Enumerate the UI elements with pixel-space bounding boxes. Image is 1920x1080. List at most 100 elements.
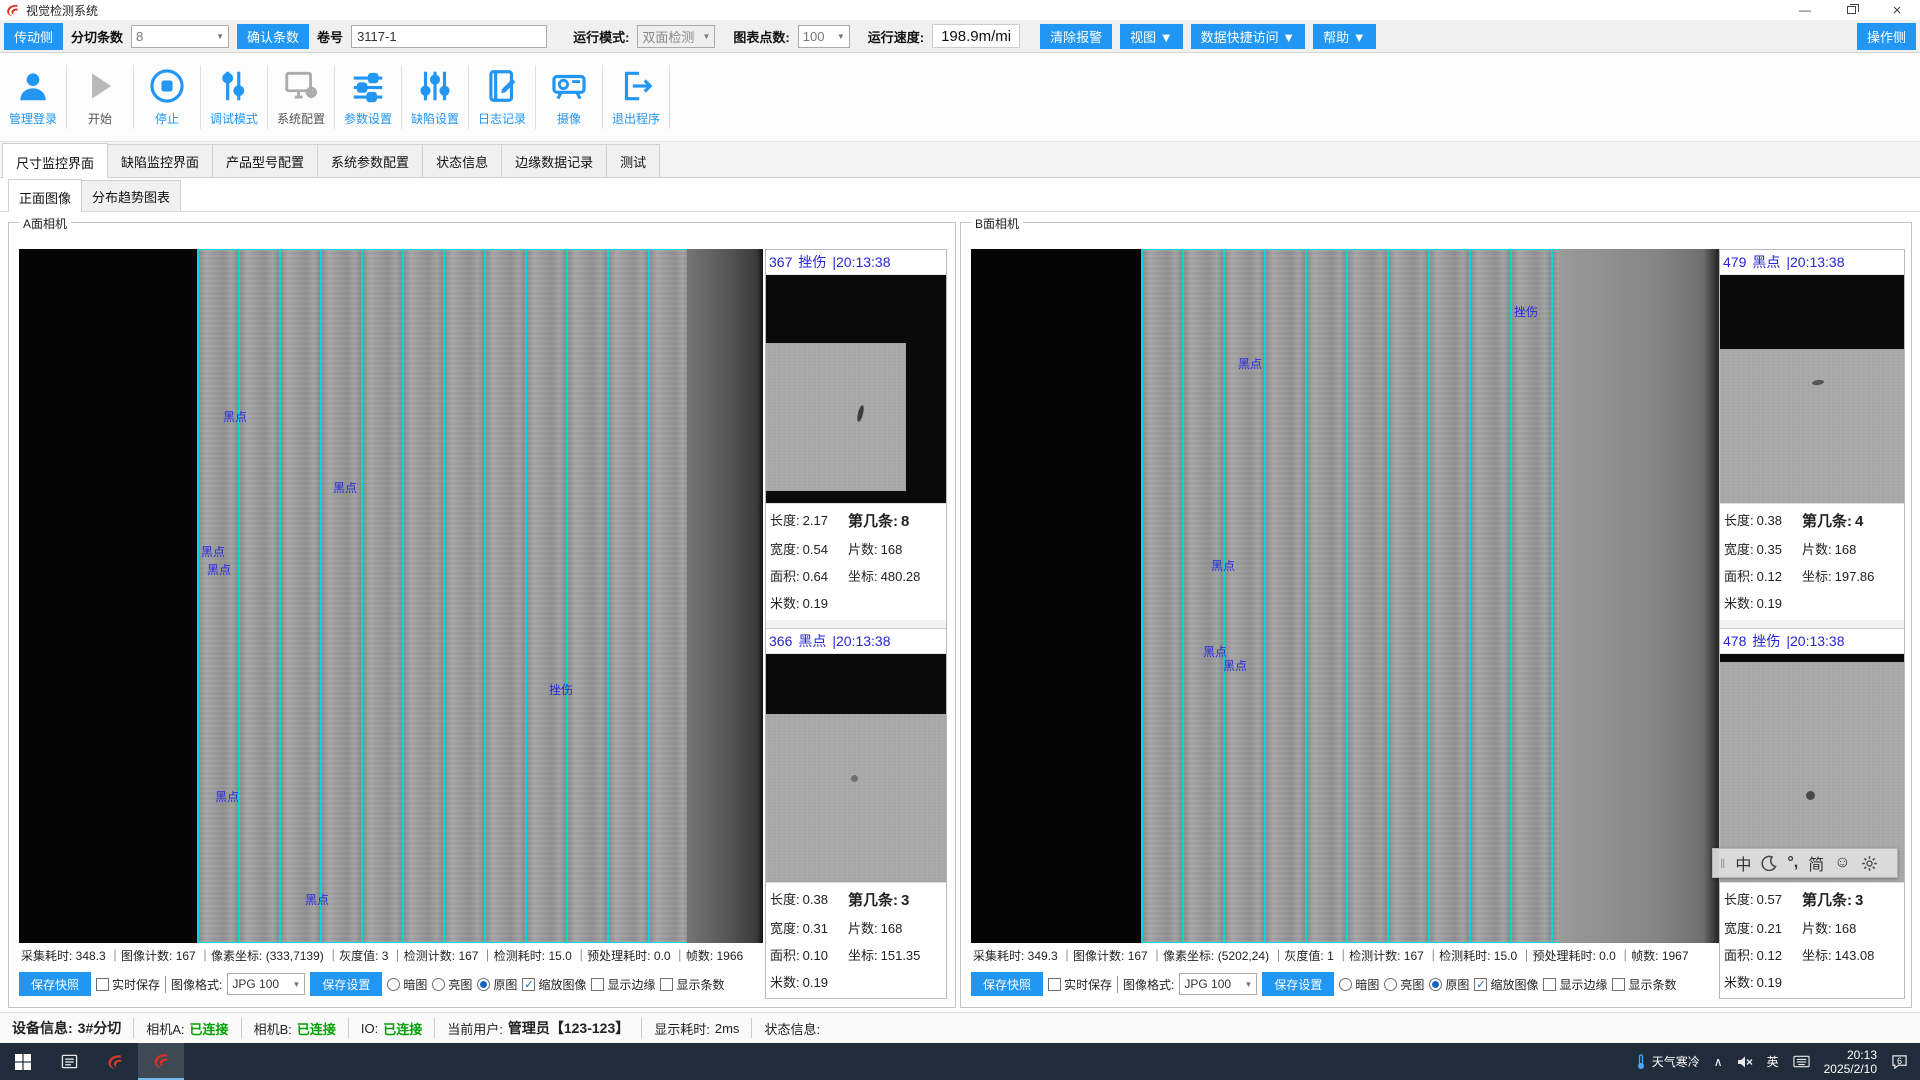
checkbox-icon <box>96 978 109 991</box>
hidden-icons-button[interactable]: ∧ <box>1707 1043 1730 1080</box>
start-button[interactable]: 开始 <box>67 53 133 141</box>
save-settings-button[interactable]: 保存设置 <box>1262 972 1334 996</box>
zoom-image-checkbox[interactable]: ✓ 缩放图像 <box>1474 976 1538 993</box>
stop-button[interactable]: 停止 <box>134 53 200 141</box>
system-config-icon <box>282 67 320 105</box>
tab-edge-data[interactable]: 边缘数据记录 <box>501 144 607 177</box>
original-image-radio[interactable]: 原图 <box>477 976 517 993</box>
stat-label: 片数: <box>1802 921 1832 936</box>
slit-count-select[interactable]: 8 ▼ <box>131 25 229 48</box>
stat-value: 0.19 <box>803 975 828 990</box>
defect-settings-button[interactable]: 缺陷设置 <box>402 53 468 141</box>
drive-side-button[interactable]: 传动侧 <box>4 23 63 50</box>
running-app-button[interactable] <box>138 1043 184 1080</box>
ime-mode-button[interactable]: 中 <box>1735 851 1751 875</box>
stat-label: 坐标: <box>1802 569 1832 584</box>
camera-a-defect-panel: 367 挫伤 |20:13:38 长度:2.17 第几条:8 宽度:0.54 片… <box>765 249 947 999</box>
show-count-checkbox[interactable]: 显示条数 <box>1612 976 1676 993</box>
log-record-button[interactable]: 日志记录 <box>469 53 535 141</box>
defect-card[interactable]: 367 挫伤 |20:13:38 长度:2.17 第几条:8 宽度:0.54 片… <box>766 250 946 620</box>
zoom-image-checkbox[interactable]: ✓ 缩放图像 <box>522 976 586 993</box>
subtab-trend-chart[interactable]: 分布趋势图表 <box>81 180 181 211</box>
debug-mode-button[interactable]: 调试模式 <box>201 53 267 141</box>
camera-a-image[interactable]: 黑点黑点黑点黑点挫伤黑点黑点 <box>19 249 763 943</box>
stat-label: 面积: <box>1724 569 1754 584</box>
image-format-label: 图像格式: <box>1117 976 1174 993</box>
save-settings-button[interactable]: 保存设置 <box>310 972 382 996</box>
defect-type: 黑点 <box>1752 252 1780 272</box>
view-menu-button[interactable]: 视图 ▼ <box>1120 24 1182 49</box>
start-button[interactable] <box>0 1043 46 1080</box>
ime-language-button[interactable]: 英 <box>1760 1043 1786 1080</box>
subtab-front-image[interactable]: 正面图像 <box>8 179 82 212</box>
action-center-button[interactable]: 6 <box>1884 1043 1920 1080</box>
exit-program-button[interactable]: 退出程序 <box>603 53 669 141</box>
pinned-app-button[interactable] <box>92 1043 138 1080</box>
emoji-button[interactable]: ☺ <box>1834 854 1850 872</box>
tab-test[interactable]: 测试 <box>606 144 660 177</box>
stat-label: 长度: <box>770 513 800 528</box>
defect-stats: 长度:2.17 第几条:8 宽度:0.54 片数:168 面积:0.64 坐标:… <box>766 504 946 620</box>
show-edge-checkbox[interactable]: 显示边缘 <box>1543 976 1607 993</box>
tab-product-model[interactable]: 产品型号配置 <box>212 144 318 177</box>
restore-icon <box>1847 6 1856 14</box>
roll-number-input[interactable]: 3117-1 <box>351 25 547 48</box>
original-image-radio[interactable]: 原图 <box>1429 976 1469 993</box>
tab-defect-monitor[interactable]: 缺陷监控界面 <box>107 144 213 177</box>
simplified-chinese-button[interactable]: 简 <box>1808 851 1824 875</box>
clear-alarm-button[interactable]: 清除报警 <box>1040 24 1112 49</box>
moon-icon[interactable] <box>1761 855 1777 871</box>
image-format-select[interactable]: JPG 100 ▼ <box>1179 973 1257 995</box>
checkbox-icon <box>1048 978 1061 991</box>
defect-no: 478 <box>1723 633 1746 649</box>
stat-label: 长度: <box>770 892 800 907</box>
foil-surface <box>766 714 946 882</box>
save-snapshot-button[interactable]: 保存快照 <box>19 972 91 996</box>
tab-system-params[interactable]: 系统参数配置 <box>317 144 423 177</box>
capture-button[interactable]: 摄像 <box>536 53 602 141</box>
system-config-button[interactable]: 系统配置 <box>268 53 334 141</box>
defect-card[interactable]: 366 黑点 |20:13:38 长度:0.38 第几条:3 宽度:0.31 片… <box>766 629 946 999</box>
dark-image-radio[interactable]: 暗图 <box>1339 976 1379 993</box>
admin-login-button[interactable]: 管理登录 <box>0 53 66 141</box>
restore-button[interactable] <box>1828 0 1874 20</box>
weather-widget[interactable]: 天气寒冷 <box>1628 1043 1707 1080</box>
bright-image-radio[interactable]: 亮图 <box>432 976 472 993</box>
realtime-save-checkbox[interactable]: 实时保存 <box>96 976 160 993</box>
realtime-save-checkbox[interactable]: 实时保存 <box>1048 976 1112 993</box>
show-edge-checkbox[interactable]: 显示边缘 <box>591 976 655 993</box>
volume-button[interactable] <box>1730 1043 1760 1080</box>
radio-label: 亮图 <box>448 976 472 993</box>
touch-keyboard-button[interactable] <box>1786 1043 1817 1080</box>
data-quick-access-button[interactable]: 数据快捷访问 ▼ <box>1191 24 1305 49</box>
chart-points-select[interactable]: 100 ▼ <box>798 25 850 48</box>
task-view-button[interactable] <box>46 1043 92 1080</box>
operate-side-button[interactable]: 操作侧 <box>1857 23 1916 50</box>
stat-label: 第几条: <box>1802 892 1852 909</box>
close-button[interactable]: × <box>1874 0 1920 20</box>
clock-widget[interactable]: 20:13 2025/2/10 <box>1817 1043 1884 1080</box>
run-mode-select[interactable]: 双面检测 ▼ <box>637 25 715 48</box>
param-settings-button[interactable]: 参数设置 <box>335 53 401 141</box>
dark-image-radio[interactable]: 暗图 <box>387 976 427 993</box>
punctuation-mode-button[interactable]: °, <box>1787 854 1798 872</box>
bright-image-radio[interactable]: 亮图 <box>1384 976 1424 993</box>
show-count-checkbox[interactable]: 显示条数 <box>660 976 724 993</box>
drag-handle-icon[interactable]: ‖ <box>1720 856 1725 871</box>
confirm-count-button[interactable]: 确认条数 <box>237 24 309 49</box>
tab-status-info[interactable]: 状态信息 <box>422 144 502 177</box>
speaker-mute-icon <box>1737 1055 1753 1069</box>
camera-b-image[interactable]: 挫伤黑点黑点黑点黑点 <box>971 249 1719 943</box>
save-snapshot-button[interactable]: 保存快照 <box>971 972 1043 996</box>
image-format-select[interactable]: JPG 100 ▼ <box>227 973 305 995</box>
tool-label: 开始 <box>88 110 112 127</box>
roll-label: 卷号 <box>317 27 343 46</box>
minimize-button[interactable]: — <box>1782 0 1828 20</box>
camera-a-status-text: 采集耗时: 348.3 ｜图像计数: 167 ｜像素坐标: (333,7139)… <box>21 947 761 967</box>
defect-card[interactable]: 479 黑点 |20:13:38 长度:0.38 第几条:4 宽度:0.35 片… <box>1720 250 1904 620</box>
tab-size-monitor[interactable]: 尺寸监控界面 <box>2 143 108 178</box>
camera-b-defect-panel: 479 黑点 |20:13:38 长度:0.38 第几条:4 宽度:0.35 片… <box>1719 249 1905 999</box>
gear-icon[interactable] <box>1861 855 1878 872</box>
defect-card[interactable]: 478 挫伤 |20:13:38 长度:0.57 第几条:3 宽度:0.21 片… <box>1720 629 1904 999</box>
help-menu-button[interactable]: 帮助 ▼ <box>1313 24 1375 49</box>
